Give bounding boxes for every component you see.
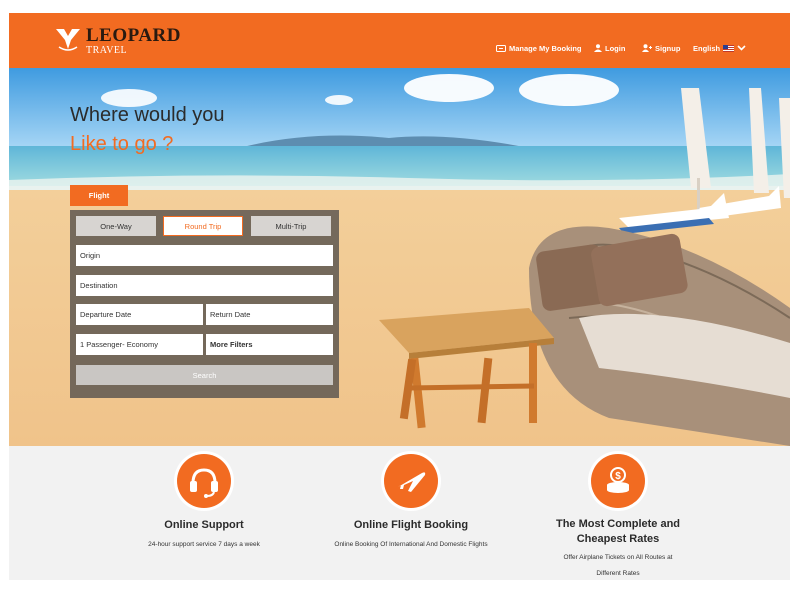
features-section: Online Support 24-hour support service 7… [9,446,790,580]
destination-field[interactable]: Destination [76,275,333,296]
manage-booking-label: Manage My Booking [509,43,582,53]
brand-tagline: TRAVEL [86,45,128,56]
brand-name: LEOPARD [86,25,181,46]
hero-banner: Where would you Like to go ? Flight One-… [9,68,790,446]
return-date-field[interactable]: Return Date [206,304,333,325]
trip-type-one-way[interactable]: One-Way [76,216,156,236]
language-label: English [693,43,721,53]
hero-headline: Where would you [70,104,225,126]
tab-flight[interactable]: Flight [70,185,128,206]
airplane-icon [384,454,438,508]
coins-icon: $ [591,454,645,508]
page-frame: LEOPARD TRAVEL Manage My Booking Login S… [9,13,790,580]
passengers-select[interactable]: 1 Passenger- Economy [76,334,203,355]
feature-description: Offer Airplane Tickets on All Routes at … [563,554,673,577]
login-link[interactable]: Login [594,41,625,55]
user-icon [594,44,602,52]
leopard-logo-icon [56,29,80,51]
trip-type-multi-trip[interactable]: Multi-Trip [251,216,331,236]
feature-description: Online Booking Of International And Dome… [334,541,488,548]
feature-title: The Most Complete and Cheapest Rates [555,518,681,545]
login-label: Login [605,43,626,53]
more-filters-button[interactable]: More Filters [206,334,333,355]
us-flag-icon [723,44,735,52]
feature-title: Online Support [164,519,244,531]
user-plus-icon [642,44,652,52]
ticket-icon [496,44,506,52]
flight-search-form: One-Way Round Trip Multi-Trip Origin Des… [70,210,339,398]
brand-logo[interactable]: LEOPARD TRAVEL [55,25,195,57]
hero-subheadline: Like to go ? [70,133,174,155]
search-button[interactable]: Search [76,365,333,385]
signup-label: Signup [655,43,681,53]
top-header: LEOPARD TRAVEL Manage My Booking Login S… [9,13,790,68]
chevron-down-icon [737,45,746,51]
feature-title: Online Flight Booking [353,519,469,531]
headset-icon [177,454,231,508]
svg-text:$: $ [615,471,621,482]
departure-date-field[interactable]: Departure Date [76,304,203,325]
language-selector[interactable]: English [693,41,746,55]
origin-field[interactable]: Origin [76,245,333,266]
feature-description: 24-hour support service 7 days a week [148,541,260,548]
trip-type-round-trip[interactable]: Round Trip [163,216,243,236]
signup-link[interactable]: Signup [642,41,680,55]
manage-booking-link[interactable]: Manage My Booking [496,41,582,55]
